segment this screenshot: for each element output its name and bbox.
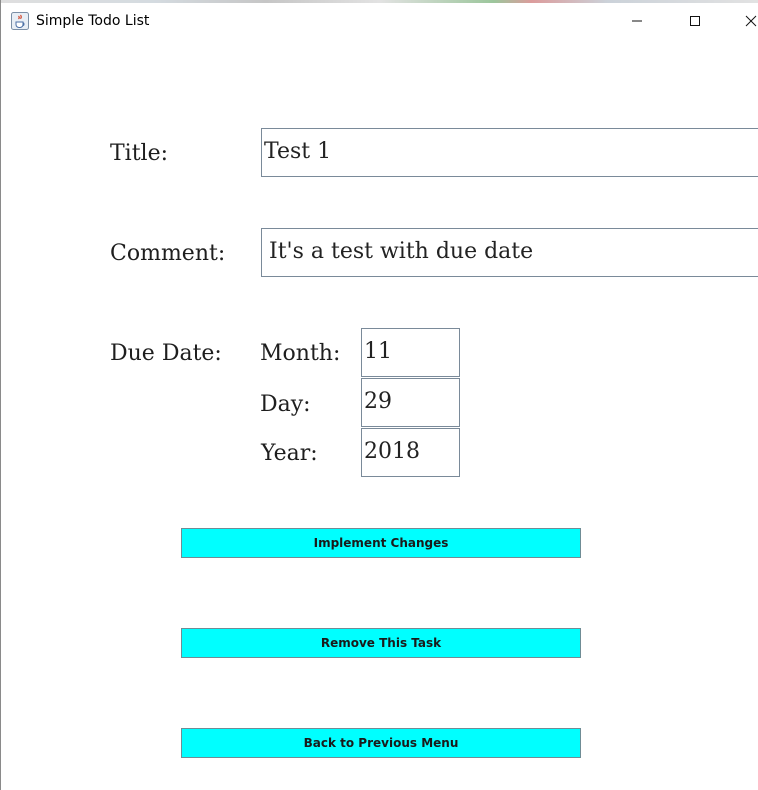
implement-changes-button[interactable]: Implement Changes [181, 528, 581, 558]
close-icon [745, 15, 757, 27]
month-label: Month: [260, 341, 341, 366]
close-button[interactable] [731, 6, 758, 36]
comment-field[interactable]: It's a test with due date [261, 228, 758, 277]
month-field[interactable]: 11 [361, 328, 460, 377]
minimize-button[interactable] [617, 6, 657, 36]
minimize-icon [632, 20, 642, 22]
due-date-label: Due Date: [110, 341, 222, 366]
title-field[interactable]: Test 1 [261, 128, 758, 177]
day-label: Day: [260, 392, 311, 417]
day-field[interactable]: 29 [361, 378, 460, 427]
java-coffee-cup-icon[interactable] [11, 12, 29, 30]
year-label: Year: [261, 441, 318, 466]
remove-task-button[interactable]: Remove This Task [181, 628, 581, 658]
maximize-icon [690, 16, 700, 26]
maximize-button[interactable] [675, 6, 715, 36]
title-bar[interactable]: Simple Todo List [1, 0, 758, 42]
back-to-menu-button[interactable]: Back to Previous Menu [181, 728, 581, 758]
comment-label: Comment: [110, 241, 226, 266]
title-label: Title: [110, 141, 169, 166]
window-title: Simple Todo List [36, 13, 150, 29]
app-window: Simple Todo List Title: Test 1 Comment: … [0, 0, 758, 790]
background-taskbar-strip [1, 0, 758, 3]
year-field[interactable]: 2018 [361, 428, 460, 477]
